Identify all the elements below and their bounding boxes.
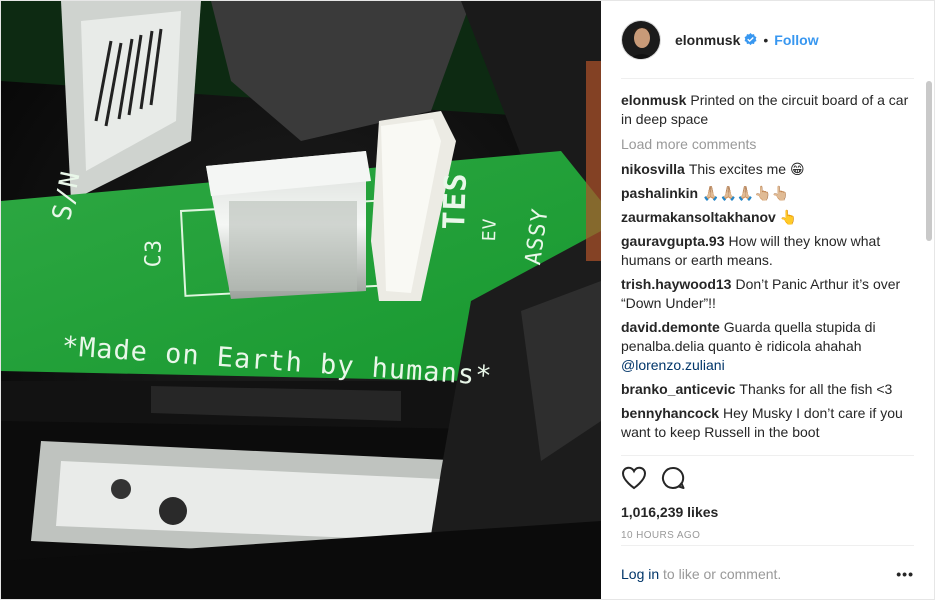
action-bar: [621, 456, 914, 496]
comment-item: trish.haywood13 Don’t Panic Arthur it’s o…: [621, 275, 911, 313]
comment-text: This excites me 😁: [688, 161, 805, 177]
silk-tes: TES: [437, 171, 474, 231]
more-options-icon[interactable]: •••: [896, 566, 914, 582]
instagram-post: *Made on Earth by humans* S/N C3 TES EV …: [0, 0, 935, 600]
likes-count[interactable]: 1,016,239 likes: [621, 504, 914, 520]
silk-ev: EV: [479, 217, 501, 242]
avatar-image: [622, 20, 660, 59]
comment-text: 🙏🏼🙏🏼🙏🏼👆🏼👆🏼: [702, 185, 790, 201]
post-header: elonmusk • Follow: [621, 1, 914, 79]
post-actions-section: 1,016,239 likes 10 HOURS AGO: [621, 455, 914, 541]
comments-list[interactable]: elonmusk Printed on the circuit board of …: [621, 91, 911, 455]
post-photo[interactable]: *Made on Earth by humans* S/N C3 TES EV …: [1, 1, 601, 599]
comment-item: bennyhancock Hey Musky I don’t care if yo…: [621, 404, 911, 442]
login-footer: Log in to like or comment. •••: [621, 545, 914, 582]
comment-username[interactable]: nikosvilla: [621, 161, 685, 177]
comment-mention-link[interactable]: @lorenzo.zuliani: [621, 357, 725, 373]
caption-username[interactable]: elonmusk: [621, 92, 686, 108]
post-username[interactable]: elonmusk: [675, 32, 740, 48]
comment-username[interactable]: pashalinkin: [621, 185, 698, 201]
comment-item: zaurmakansoltakhanov 👆: [621, 208, 911, 227]
heart-icon[interactable]: [621, 466, 647, 490]
comments-scrollbar[interactable]: [926, 81, 932, 241]
circuit-board-photo: [1, 1, 601, 599]
comment-username[interactable]: zaurmakansoltakhanov: [621, 209, 776, 225]
comment-text: 👆: [779, 209, 798, 225]
post-caption: elonmusk Printed on the circuit board of …: [621, 91, 911, 129]
follow-button[interactable]: Follow: [774, 32, 818, 48]
comment-username[interactable]: branko_anticevic: [621, 381, 735, 397]
login-prompt-text: to like or comment.: [663, 566, 782, 582]
comment-icon[interactable]: [661, 466, 685, 490]
comment-text: Thanks for all the fish <3: [739, 381, 893, 397]
comment-item: branko_anticevic Thanks for all the fish …: [621, 380, 911, 399]
comment-item: david.demonte Guarda quella stupida di pe…: [621, 318, 911, 375]
comment-username[interactable]: david.demonte: [621, 319, 720, 335]
verified-badge-icon: [744, 33, 757, 46]
comment-item: nikosvilla This excites me 😁: [621, 160, 911, 179]
comment-item: gauravgupta.93 How will they know what hu…: [621, 232, 911, 270]
separator-dot: •: [763, 31, 769, 48]
load-more-comments-button[interactable]: Load more comments: [621, 135, 911, 154]
post-timestamp[interactable]: 10 HOURS AGO: [621, 530, 914, 541]
comment-username[interactable]: trish.haywood13: [621, 276, 731, 292]
silk-c3: C3: [141, 238, 167, 268]
avatar[interactable]: [621, 19, 661, 60]
comment-username[interactable]: gauravgupta.93: [621, 233, 724, 249]
login-link[interactable]: Log in: [621, 566, 659, 582]
comment-item: pashalinkin 🙏🏼🙏🏼🙏🏼👆🏼👆🏼: [621, 184, 911, 203]
comment-username[interactable]: bennyhancock: [621, 405, 719, 421]
post-sidebar: elonmusk • Follow elonmusk Printed on the…: [601, 1, 934, 599]
login-prompt: Log in to like or comment.: [621, 566, 781, 582]
